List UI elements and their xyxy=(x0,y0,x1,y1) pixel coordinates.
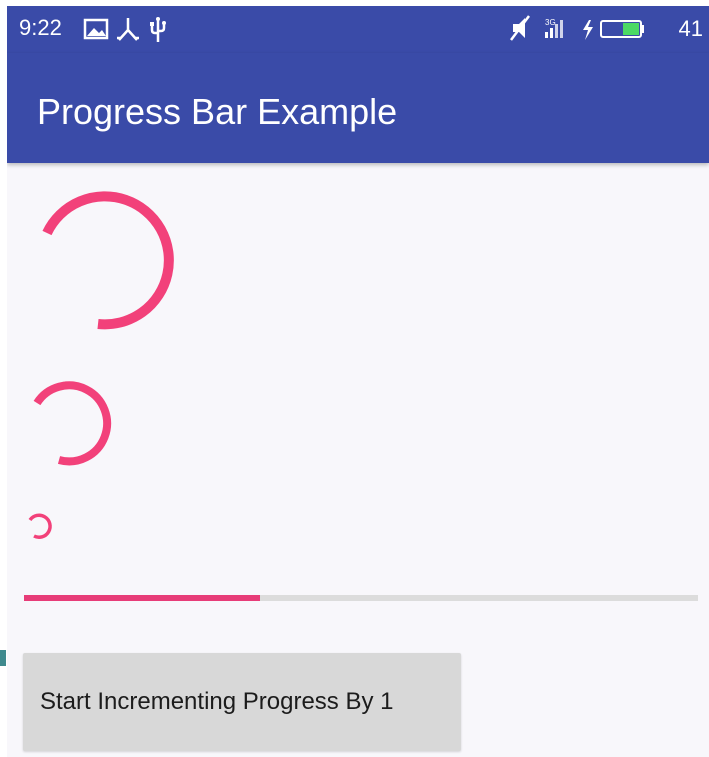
battery-icon xyxy=(600,20,644,38)
medium-spinner xyxy=(33,381,112,466)
page-title: Progress Bar Example xyxy=(37,91,398,132)
status-left-icons xyxy=(83,16,183,49)
small-spinner xyxy=(28,513,52,539)
image-icon xyxy=(83,18,109,40)
edge-marker xyxy=(0,650,6,666)
start-incrementing-button[interactable]: Start Incrementing Progress By 1 xyxy=(23,653,461,751)
charging-icon xyxy=(583,20,593,40)
progress-fill xyxy=(24,595,260,601)
device-screen: 9:22 3G 41 Progress Bar Example Start In… xyxy=(7,6,709,757)
usb-icon xyxy=(150,17,166,42)
status-bar: 9:22 3G 41 xyxy=(7,6,709,53)
status-time: 9:22 xyxy=(19,15,62,40)
mute-icon xyxy=(510,15,530,41)
battery-percent: 41 xyxy=(678,16,703,41)
svg-text:3G: 3G xyxy=(545,18,556,27)
signal-icon: 3G xyxy=(545,18,563,38)
horizontal-progress-bar xyxy=(24,595,698,601)
usb-debug-icon xyxy=(117,18,139,41)
app-bar: Progress Bar Example xyxy=(7,53,709,163)
large-spinner xyxy=(42,191,174,330)
